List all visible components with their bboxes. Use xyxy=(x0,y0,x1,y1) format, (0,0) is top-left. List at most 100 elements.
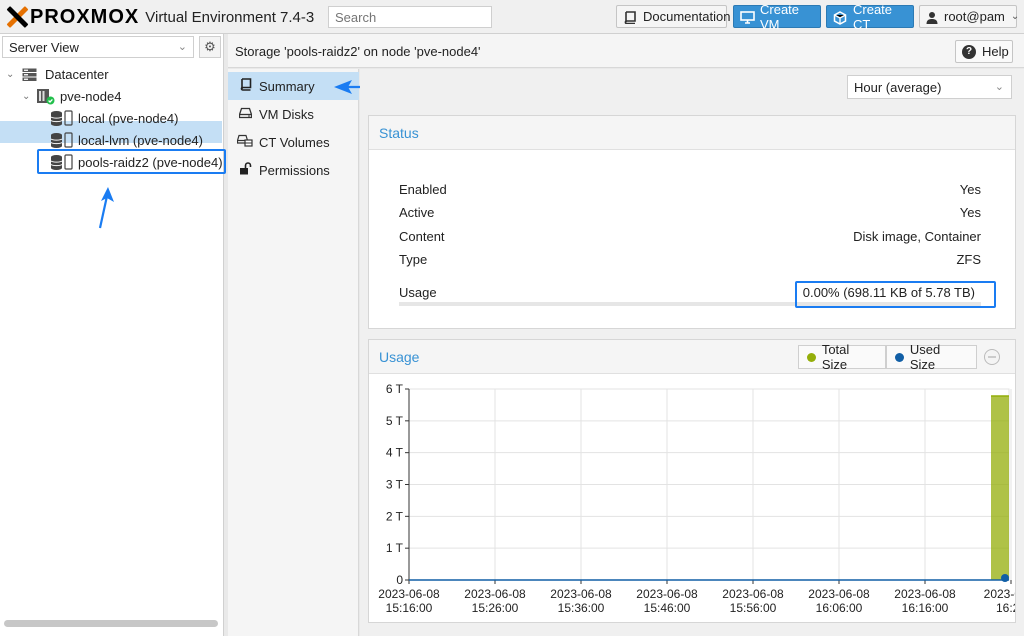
horizontal-scrollbar[interactable] xyxy=(4,620,218,627)
highlight-box xyxy=(795,281,996,308)
chart-tick-label-x: 16:06:00 xyxy=(816,601,863,615)
status-row-content: Content Disk image, Container xyxy=(399,229,981,249)
legend-dot-icon xyxy=(895,352,904,362)
chart-tick-label-x: 2023-06-08 xyxy=(464,587,526,601)
tree-item-local[interactable]: local (pve-node4) xyxy=(50,107,178,129)
nav-label: CT Volumes xyxy=(259,134,330,150)
chart-tick-label-x: 2023-06-08 xyxy=(550,587,612,601)
nav-vm-disks[interactable]: VM Disks xyxy=(228,100,359,128)
chart-tick-label-x: 15:46:00 xyxy=(644,601,691,615)
chart-tick-label-x: 16:16:00 xyxy=(902,601,949,615)
status-value: Yes xyxy=(959,182,981,197)
usage-panel: Usage Total Size Used Size 01 T2 T3 T4 T… xyxy=(368,339,1016,623)
book-icon xyxy=(623,10,637,24)
status-label: Usage xyxy=(399,285,437,300)
chart-tick-label-x: 16:25 xyxy=(996,601,1015,615)
chart-tick-label-x: 2023-06-08 xyxy=(808,587,870,601)
storage-icon xyxy=(50,132,74,148)
proxmox-x-icon xyxy=(6,6,28,28)
chevron-down-icon: ⌄ xyxy=(177,41,187,53)
chart-tick-label-x: 15:56:00 xyxy=(730,601,777,615)
chevron-down-icon: ⌄ xyxy=(22,90,31,102)
status-row-active: Active Yes xyxy=(399,205,981,225)
chart-tick-label-x: 15:36:00 xyxy=(558,601,605,615)
tree-item-label: local (pve-node4) xyxy=(78,110,179,126)
user-menu-button[interactable]: root@pam ⌄ xyxy=(919,5,1019,28)
top-toolbar: PROXMOX Virtual Environment 7.4-3 Docume… xyxy=(0,0,1024,34)
chart-tick-label-y: 4 T xyxy=(386,446,404,460)
usage-chart: 01 T2 T3 T4 T5 T6 T2023-06-0815:16:00202… xyxy=(378,382,1015,615)
tree-item-label: Datacenter xyxy=(45,66,109,82)
datacenter-icon xyxy=(22,68,37,81)
chevron-down-icon: ⌄ xyxy=(6,68,15,80)
storage-icon xyxy=(50,110,74,126)
search-input[interactable] xyxy=(328,6,492,28)
documentation-button[interactable]: Documentation xyxy=(616,5,731,28)
nav-label: Permissions xyxy=(259,162,330,178)
status-label: Enabled xyxy=(399,182,447,197)
tree-item-label: pve-node4 xyxy=(60,88,122,104)
view-select[interactable]: Server View ⌄ xyxy=(2,36,194,58)
tree-item-local-lvm[interactable]: local-lvm (pve-node4) xyxy=(50,129,203,151)
nav-permissions[interactable]: Permissions xyxy=(228,156,359,184)
chart-tick-label-y: 0 xyxy=(396,573,403,587)
chart-tick-label-x: 2023-06-0 xyxy=(984,587,1015,601)
chart-tick-label-x: 2023-06-08 xyxy=(636,587,698,601)
help-button[interactable]: ? Help xyxy=(955,40,1013,63)
server-online-icon xyxy=(36,88,55,105)
monitor-icon xyxy=(740,10,755,24)
status-label: Content xyxy=(399,229,445,244)
page-title: Storage 'pools-raidz2' on node 'pve-node… xyxy=(235,44,481,59)
status-label: Type xyxy=(399,252,428,267)
documentation-label: Documentation xyxy=(643,9,731,24)
legend-label: Total Size xyxy=(821,342,850,372)
chart-tick-label-x: 2023-06-08 xyxy=(378,587,440,601)
content-header: Storage 'pools-raidz2' on node 'pve-node… xyxy=(228,34,1024,68)
chart-tick-label-y: 2 T xyxy=(386,509,404,523)
create-ct-label: Create CT xyxy=(853,1,893,32)
status-title: Status xyxy=(369,116,1015,150)
gear-icon[interactable]: ⚙ xyxy=(199,36,221,58)
legend-total-size[interactable]: Total Size xyxy=(798,342,886,372)
status-label: Active xyxy=(399,205,435,220)
chevron-down-icon: ⌄ xyxy=(994,81,1004,93)
chart-tick-label-x: 2023-06-08 xyxy=(722,587,784,601)
chart-tick-label-y: 1 T xyxy=(386,541,404,555)
status-value: Disk image, Container xyxy=(853,229,981,244)
create-ct-button[interactable]: Create CT xyxy=(826,2,914,32)
view-select-value: Server View xyxy=(9,40,79,55)
annotation-arrow-up xyxy=(98,187,114,229)
ct-volumes-icon xyxy=(236,134,253,150)
chart-tick-label-x: 2023-06-08 xyxy=(894,587,956,601)
resource-tree-panel: Server View ⌄ ⚙ ⌄ Datacenter ⌄ pve-node4… xyxy=(0,34,226,636)
brand-name: PROXMOX xyxy=(30,5,140,28)
chart-tick-label-y: 3 T xyxy=(386,478,404,492)
storage-nav: Summary VM Disks CT Volumes Permissions xyxy=(228,69,400,636)
user-label: root@pam xyxy=(944,9,1005,24)
question-icon: ? xyxy=(962,44,976,59)
reset-zoom-icon[interactable] xyxy=(984,349,1000,365)
legend-used-size[interactable]: Used Size xyxy=(886,342,977,372)
unlock-icon xyxy=(237,162,253,178)
create-vm-button[interactable]: Create VM xyxy=(733,2,821,32)
timeframe-value: Hour (average) xyxy=(854,80,942,95)
chart-tick-label-x: 15:26:00 xyxy=(472,601,519,615)
timeframe-select[interactable]: Hour (average) ⌄ xyxy=(847,75,1012,99)
create-vm-label: Create VM xyxy=(760,1,800,32)
tree-item-pve-node4[interactable]: ⌄ pve-node4 xyxy=(22,85,121,107)
chart-tick-label-y: 5 T xyxy=(386,414,404,428)
nav-label: VM Disks xyxy=(259,106,314,122)
summary-content: Hour (average) ⌄ Status Enabled Yes Acti… xyxy=(360,69,1024,636)
chart-tick-label-x: 15:16:00 xyxy=(386,601,433,615)
legend-dot-icon xyxy=(807,352,816,362)
tree-item-datacenter[interactable]: ⌄ Datacenter xyxy=(6,63,109,85)
chart-area-total-size xyxy=(991,396,1009,580)
status-row-type: Type ZFS xyxy=(399,252,981,272)
nav-ct-volumes[interactable]: CT Volumes xyxy=(228,128,359,156)
help-label: Help xyxy=(982,44,1009,59)
status-panel: Status Enabled Yes Active Yes Content Di… xyxy=(368,115,1016,329)
user-icon xyxy=(926,11,938,24)
legend-label: Used Size xyxy=(909,342,941,372)
proxmox-logo[interactable]: PROXMOX Virtual Environment 7.4-3 xyxy=(6,4,314,30)
highlight-box xyxy=(37,149,226,174)
